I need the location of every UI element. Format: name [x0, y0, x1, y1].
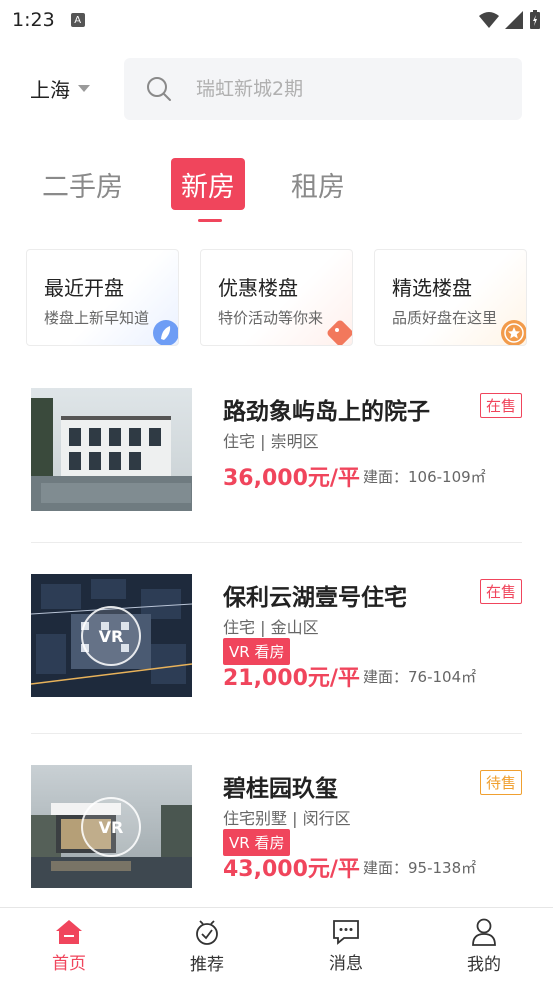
- listing-meta: 住宅 | 金山区: [223, 618, 319, 637]
- listing-thumbnail: VR: [31, 765, 192, 888]
- status-bar: 1:23 A: [0, 0, 553, 40]
- list-item[interactable]: VR 保利云湖壹号住宅 在售 住宅 | 金山区 VR 看房 21,000元/平 …: [0, 574, 553, 698]
- header: 上海: [0, 58, 553, 120]
- status-time: 1:23: [12, 9, 55, 31]
- star-icon: [501, 320, 526, 345]
- card-title: 优惠楼盘: [218, 276, 298, 300]
- tab-label: 新房: [181, 171, 235, 203]
- category-tabs: 二手房 新房 租房: [0, 158, 553, 222]
- listing-meta: 住宅 | 崇明区: [223, 432, 319, 451]
- nav-label: 首页: [52, 954, 86, 974]
- building-image: [31, 388, 192, 511]
- listing-title: 路劲象屿岛上的院子: [223, 399, 430, 425]
- wifi-icon: [479, 12, 499, 28]
- tab-second-hand[interactable]: 二手房: [42, 158, 123, 210]
- tab-new-house[interactable]: 新房: [171, 158, 245, 210]
- nav-label: 推荐: [190, 955, 224, 975]
- nav-label: 我的: [467, 955, 501, 975]
- nav-messages[interactable]: 消息: [277, 908, 415, 985]
- listing-price: 43,000元/平: [223, 857, 360, 882]
- profile-icon: [472, 918, 496, 946]
- nav-home[interactable]: 首页: [0, 908, 138, 985]
- status-icons: [479, 10, 541, 30]
- status-badge: 在售: [479, 579, 522, 604]
- bottom-nav: 首页 推荐 消息 我的: [0, 907, 553, 984]
- divider: [31, 542, 522, 543]
- home-icon: [56, 920, 82, 944]
- vr-play-icon[interactable]: VR: [81, 797, 141, 857]
- card-featured[interactable]: 精选楼盘 品质好盘在这里: [374, 249, 527, 346]
- notification-a-icon: A: [70, 13, 85, 27]
- listing-thumbnail: [31, 388, 192, 511]
- message-icon: [333, 920, 359, 945]
- status-badge: 在售: [479, 393, 522, 418]
- city-selector[interactable]: 上海: [30, 74, 90, 103]
- listing-title: 保利云湖壹号住宅: [223, 585, 407, 611]
- tab-rent[interactable]: 租房: [291, 158, 345, 210]
- listing-thumbnail: VR: [31, 574, 192, 697]
- quick-cards: 最近开盘 楼盘上新早知道 优惠楼盘 特价活动等你来 精选楼盘 品质好盘在这里: [26, 249, 528, 347]
- city-label: 上海: [30, 78, 70, 102]
- tab-label: 二手房: [42, 171, 123, 203]
- vr-play-icon[interactable]: VR: [81, 606, 141, 666]
- tab-label: 租房: [291, 171, 345, 203]
- search-input[interactable]: [194, 77, 494, 101]
- active-tab-indicator: [198, 219, 222, 222]
- recommend-icon: [196, 920, 218, 945]
- rocket-icon: [153, 320, 178, 345]
- card-discount[interactable]: 优惠楼盘 特价活动等你来: [200, 249, 353, 346]
- listing-area: 建面：95-138㎡: [363, 859, 477, 877]
- listing-price: 36,000元/平: [223, 466, 360, 491]
- card-title: 精选楼盘: [392, 276, 472, 300]
- listing-title: 碧桂园玖玺: [223, 776, 338, 802]
- nav-profile[interactable]: 我的: [415, 908, 553, 985]
- caret-down-icon: [78, 85, 90, 92]
- search-box[interactable]: [124, 58, 522, 120]
- listing-area: 建面：76-104㎡: [363, 668, 477, 686]
- divider: [31, 733, 522, 734]
- signal-icon: [505, 11, 523, 29]
- listing-area: 建面：106-109㎡: [363, 468, 486, 486]
- card-title: 最近开盘: [44, 276, 124, 300]
- nav-label: 消息: [329, 954, 363, 974]
- status-badge: 待售: [479, 770, 522, 795]
- tag-icon: [327, 320, 352, 345]
- card-latest-opening[interactable]: 最近开盘 楼盘上新早知道: [26, 249, 179, 346]
- list-item[interactable]: 路劲象屿岛上的院子 在售 住宅 | 崇明区 36,000元/平 建面：106-1…: [0, 388, 553, 512]
- list-item[interactable]: VR 碧桂园玖玺 待售 住宅别墅 | 闵行区 VR 看房 43,000元/平 建…: [0, 765, 553, 889]
- listing-meta: 住宅别墅 | 闵行区: [223, 809, 351, 828]
- listing-price: 21,000元/平: [223, 666, 360, 691]
- search-icon: [147, 77, 171, 101]
- battery-icon: [530, 10, 540, 29]
- nav-recommend[interactable]: 推荐: [138, 908, 276, 985]
